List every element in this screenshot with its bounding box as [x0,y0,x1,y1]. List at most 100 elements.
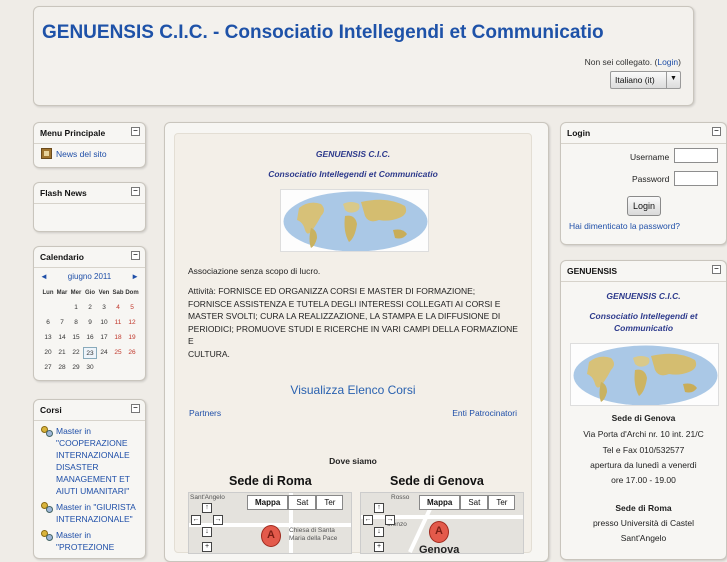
calendar-day[interactable]: 28 [55,362,69,374]
flash-news-title: Flash News [40,188,87,198]
login-status: Non sei collegato. (Login) [585,57,681,67]
password-field[interactable] [674,171,718,186]
activity-line: CULTURA. [188,348,230,359]
map-type-sat[interactable]: Sat [460,495,489,510]
login-button[interactable]: Login [627,196,661,216]
menu-principale-block: Menu Principale – News del sito [33,122,146,168]
pan-left-icon[interactable]: ← [191,515,201,525]
calendar-day[interactable]: 22 [69,347,83,359]
map-marker-icon[interactable]: A [429,521,449,543]
zoom-in-icon[interactable]: + [202,542,212,552]
org-subtitle-line: Communicatio [613,323,674,333]
menu-item-news-link[interactable]: News del sito [56,149,107,159]
calendar-day[interactable]: 19 [125,332,139,344]
corsi-block: Corsi – Master in "COOPERAZIONE INTERNAZ… [33,399,146,559]
block-title: Corsi – [34,400,145,421]
calendar-day[interactable]: 29 [69,362,83,374]
calendar-day[interactable]: 1 [69,302,83,314]
collapse-icon[interactable]: – [131,187,140,196]
calendar-day[interactable]: 2 [83,302,97,314]
pan-right-icon[interactable]: → [385,515,395,525]
calendar-nav: ◄ giugno 2011 ► [34,268,145,283]
courses-list-link[interactable]: Visualizza Elenco Corsi [175,383,531,397]
login-status-text: Non sei collegato. ( [584,57,658,67]
calendar-day[interactable]: 30 [83,362,97,374]
pan-left-icon[interactable]: ← [363,515,373,525]
calendar-day[interactable]: 5 [125,302,139,314]
calendar-day[interactable]: 13 [41,332,55,344]
calendar-day[interactable]: 8 [69,317,83,329]
calendar-day[interactable]: 15 [69,332,83,344]
calendar-day[interactable]: 9 [83,317,97,329]
course-link[interactable]: Master in "PROTEZIONE [56,529,140,553]
calendar-month[interactable]: giugno 2011 [68,272,111,281]
calendar-day[interactable]: 3 [97,302,111,314]
calendar-day[interactable]: 23 [83,347,97,359]
map-type-ter[interactable]: Ter [316,495,344,510]
genoa-map-title: Sede di Genova [390,474,484,488]
calendar-day[interactable]: 11 [111,317,125,329]
map-type-sat[interactable]: Sat [288,495,317,510]
calendar-empty-cell [41,302,55,314]
calendar-day[interactable]: 24 [97,347,111,359]
rome-line: presso Università di Castel [592,518,695,528]
map-marker-icon[interactable]: A [261,525,281,547]
calendar-day[interactable]: 14 [55,332,69,344]
zoom-in-icon[interactable]: + [374,542,384,552]
calendar-day[interactable]: 17 [97,332,111,344]
corsi-title: Corsi [40,405,62,415]
org-name: GENUENSIS C.I.C. [315,149,391,159]
next-month-icon[interactable]: ► [131,272,139,281]
calendar-dow: Sab [112,290,124,296]
block-title: GENUENSIS – [561,261,726,282]
calendar-day[interactable]: 12 [125,317,139,329]
prev-month-icon[interactable]: ◄ [40,272,48,281]
forgot-password-link[interactable]: Hai dimenticato la password? [569,221,680,231]
partners-link[interactable]: Partners [189,408,221,418]
calendar-day[interactable]: 7 [55,317,69,329]
sponsors-link[interactable]: Enti Patrocinatori [452,408,517,418]
username-field[interactable] [674,148,718,163]
pan-down-icon[interactable]: ↓ [202,527,212,537]
calendar-day[interactable]: 25 [111,347,125,359]
calendar-day[interactable]: 27 [41,362,55,374]
calendar-empty-cell [125,362,139,374]
language-select[interactable]: Italiano (it) ▼ [610,71,681,89]
pan-right-icon[interactable]: → [213,515,223,525]
calendar-day[interactable]: 10 [97,317,111,329]
calendar-day[interactable]: 6 [41,317,55,329]
course-item[interactable]: Master in "GIURISTA INTERNAZIONALE" [34,499,145,527]
map-label: Maria della Pace [289,535,338,542]
map-type-map[interactable]: Mappa [419,495,461,510]
login-block: Login – Username Password Login Hai dime… [560,122,727,245]
collapse-icon[interactable]: – [131,127,140,136]
calendar-title: Calendario [40,252,84,262]
course-item[interactable]: Master in "PROTEZIONE [34,527,145,555]
map-type-ter[interactable]: Ter [488,495,516,510]
calendar-day[interactable]: 4 [111,302,125,314]
course-link[interactable]: Master in "COOPERAZIONE INTERNAZIONALE D… [56,425,140,497]
map-type-map[interactable]: Mappa [247,495,289,510]
calendar-day[interactable]: 18 [111,332,125,344]
collapse-icon[interactable]: – [131,404,140,413]
course-item[interactable]: Master in "COOPERAZIONE INTERNAZIONALE D… [34,423,145,499]
collapse-icon[interactable]: – [712,127,721,136]
calendar-day[interactable]: 26 [125,347,139,359]
calendar-day[interactable]: 20 [41,347,55,359]
menu-item-news[interactable]: News del sito [34,144,145,163]
pan-up-icon[interactable]: ↑ [374,503,384,513]
header-login-link[interactable]: Login [657,57,678,67]
collapse-icon[interactable]: – [131,251,140,260]
genoa-line: apertura da lunedì a venerdì [590,460,697,470]
calendar-day[interactable]: 21 [55,347,69,359]
course-link[interactable]: Master in "GIURISTA INTERNAZIONALE" [56,501,140,525]
map-type-control: Mappa Sat Ter [419,495,516,510]
calendar-day[interactable]: 16 [83,332,97,344]
pan-up-icon[interactable]: ↑ [202,503,212,513]
pan-down-icon[interactable]: ↓ [374,527,384,537]
login-status-close: ) [678,57,681,67]
genoa-heading: Sede di Genova [611,413,676,423]
rome-heading: Sede di Roma [615,503,672,513]
block-title: Flash News – [34,183,145,204]
collapse-icon[interactable]: – [712,265,721,274]
